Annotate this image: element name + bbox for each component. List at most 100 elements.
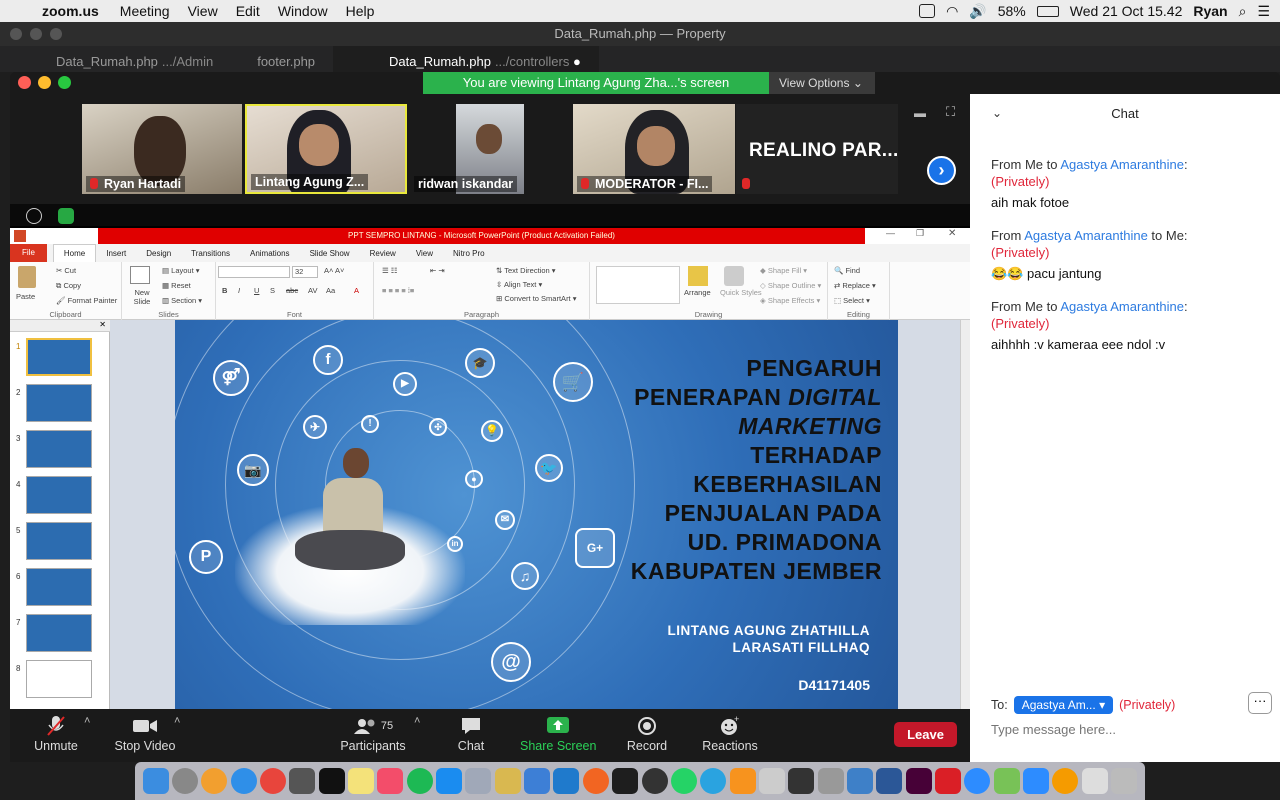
system-preferences-icon[interactable] [289,768,316,794]
video-tile[interactable]: Ryan Hartadi [82,104,242,194]
vlc-icon[interactable] [729,768,756,794]
unmute-button[interactable]: Unmute [32,715,80,753]
paste-button[interactable]: Paste [16,292,35,301]
select-button[interactable]: ⬚ Select ▾ [834,296,870,305]
ppt-restore-icon[interactable]: ❐ [916,228,924,239]
terminal-icon[interactable] [318,768,345,794]
zoom-app-icon[interactable] [964,768,991,794]
wifi-icon[interactable]: ◠ [946,3,958,20]
menu-meeting[interactable]: Meeting [111,3,179,19]
stop-video-button[interactable]: Stop Video [113,715,177,753]
shape-effects-button[interactable]: ◈ Shape Effects ▾ [760,296,820,305]
leave-meeting-button[interactable]: Leave [894,722,957,747]
font-size-select[interactable]: 32 [292,266,318,278]
layout-button[interactable]: ▤ Layout ▾ [162,266,200,275]
telegram-icon[interactable] [700,768,727,794]
tab-home[interactable]: Home [52,244,97,262]
slide-thumbnail[interactable] [26,476,92,514]
video-tile[interactable]: MODERATOR - FI... [573,104,735,194]
trash-icon[interactable] [1111,768,1138,794]
more-options-icon[interactable]: ··· [1248,692,1272,714]
share-screen-button[interactable]: Share Screen [520,715,596,753]
volume-icon[interactable]: 🔊 [969,3,986,20]
battery-icon[interactable] [1036,5,1059,17]
font-family-select[interactable] [218,266,290,278]
sender-name[interactable]: Agastya Amaranthine [1060,299,1184,314]
view-options-button[interactable]: View Options ⌄ [769,72,875,94]
xcode-icon[interactable] [524,768,551,794]
section-button[interactable]: ▥ Section ▾ [162,296,202,305]
downloads-icon[interactable] [1081,768,1108,794]
shadow-button[interactable]: S [270,286,275,295]
chrome-icon[interactable] [260,768,287,794]
figma-icon[interactable] [612,768,639,794]
postman-icon[interactable] [582,768,609,794]
minimize-window-button[interactable] [38,76,51,89]
security-shield-icon[interactable] [58,208,74,224]
shape-fill-button[interactable]: ◆ Shape Fill ▾ [760,266,807,275]
thumbs-close-icon[interactable]: ✕ [10,320,110,332]
participants-button[interactable]: 75 Participants [338,715,408,753]
spotify-icon[interactable] [406,768,433,794]
slide-thumbnail[interactable] [26,614,92,652]
bold-button[interactable]: B [222,286,227,295]
minimize-strip-icon[interactable]: ▬ [914,106,926,120]
ppt-close-icon[interactable]: ✕ [948,228,956,239]
align-text-button[interactable]: ⇳ Align Text ▾ [496,280,542,289]
tab-view[interactable]: View [406,249,443,258]
photos-icon[interactable] [201,768,228,794]
text-direction-button[interactable]: ⇅ Text Direction ▾ [496,266,556,275]
android-studio-icon[interactable] [993,768,1020,794]
replace-button[interactable]: ⇄ Replace ▾ [834,281,876,290]
copy-button[interactable]: ⧉ Copy [56,281,81,291]
reset-button[interactable]: ▦ Reset [162,281,191,290]
control-center-icon[interactable]: ☰ [1257,3,1270,20]
menu-view[interactable]: View [179,3,227,19]
shapes-gallery[interactable] [596,266,680,304]
find-button[interactable]: 🔍 Find [834,266,860,275]
word-icon[interactable] [876,768,903,794]
font-grow-icon[interactable]: A˄ A˅ [324,266,344,275]
chat-button[interactable]: Chat [455,715,487,753]
zoom-meeting-icon[interactable] [1022,768,1049,794]
piano-icon[interactable] [788,768,815,794]
battery-percent[interactable]: 58% [998,3,1026,19]
format-painter-button[interactable]: 🖌 Format Painter [56,296,117,305]
user-name[interactable]: Ryan [1193,3,1227,19]
slide-thumbnail[interactable] [26,568,92,606]
new-slide-icon[interactable] [130,266,150,284]
menu-app-name[interactable]: zoom.us [38,3,111,19]
notes-icon[interactable] [348,768,375,794]
vscode-tab-active[interactable]: Data_Rumah.php .../controllers ● [333,46,599,72]
utility-icon[interactable] [817,768,844,794]
scanner-icon[interactable] [758,768,785,794]
slide-thumbnail[interactable] [26,660,92,698]
disk-utility-icon[interactable] [465,768,492,794]
quick-styles-button[interactable]: Quick Styles [720,288,762,297]
video-tile-active-speaker[interactable]: Lintang Agung Z... [245,104,407,194]
menu-window[interactable]: Window [269,3,337,19]
tab-insert[interactable]: Insert [96,249,136,258]
new-slide-button[interactable]: New Slide [128,288,156,306]
video-tile[interactable]: ridwan iskandar [410,104,580,194]
fullscreen-icon[interactable]: ⛶ [946,104,955,120]
record-button[interactable]: Record [626,715,668,753]
tab-review[interactable]: Review [360,249,406,258]
cut-button[interactable]: ✂ Cut [56,266,76,275]
align-buttons[interactable]: ≡ ≡ ≡ ≡ ⁞≡ [382,286,414,295]
clock[interactable]: Wed 21 Oct 15.42 [1070,3,1183,19]
slide-thumbnail[interactable] [26,430,92,468]
vscode-icon[interactable] [553,768,580,794]
spotlight-icon[interactable]: ⌕ [1239,3,1247,20]
reactions-button[interactable]: + Reactions [702,715,758,753]
arrange-button[interactable]: Arrange [684,288,711,297]
indent-button[interactable]: ⇤ ⇥ [430,266,445,275]
adobe-xd-icon[interactable] [905,768,932,794]
strikethrough-button[interactable]: abc [286,286,298,295]
underline-button[interactable]: U [254,286,259,295]
tab-nitro-pro[interactable]: Nitro Pro [443,249,495,258]
change-case-button[interactable]: Aa [326,286,335,295]
safari-icon[interactable] [230,768,257,794]
video-options-caret-icon[interactable]: ˄ [174,715,180,727]
font-color-button[interactable]: A [354,286,359,295]
